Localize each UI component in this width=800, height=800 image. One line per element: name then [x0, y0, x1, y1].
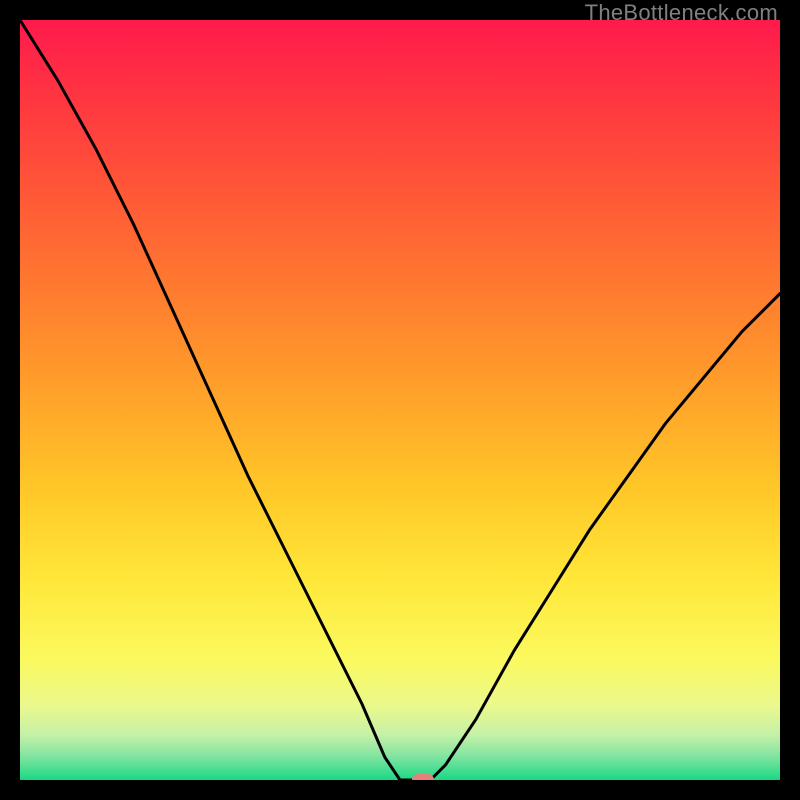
optimum-marker: [412, 774, 434, 780]
chart-svg: [20, 20, 780, 780]
gradient-background: [20, 20, 780, 780]
plot-area: [20, 20, 780, 780]
watermark-text: TheBottleneck.com: [585, 0, 778, 26]
